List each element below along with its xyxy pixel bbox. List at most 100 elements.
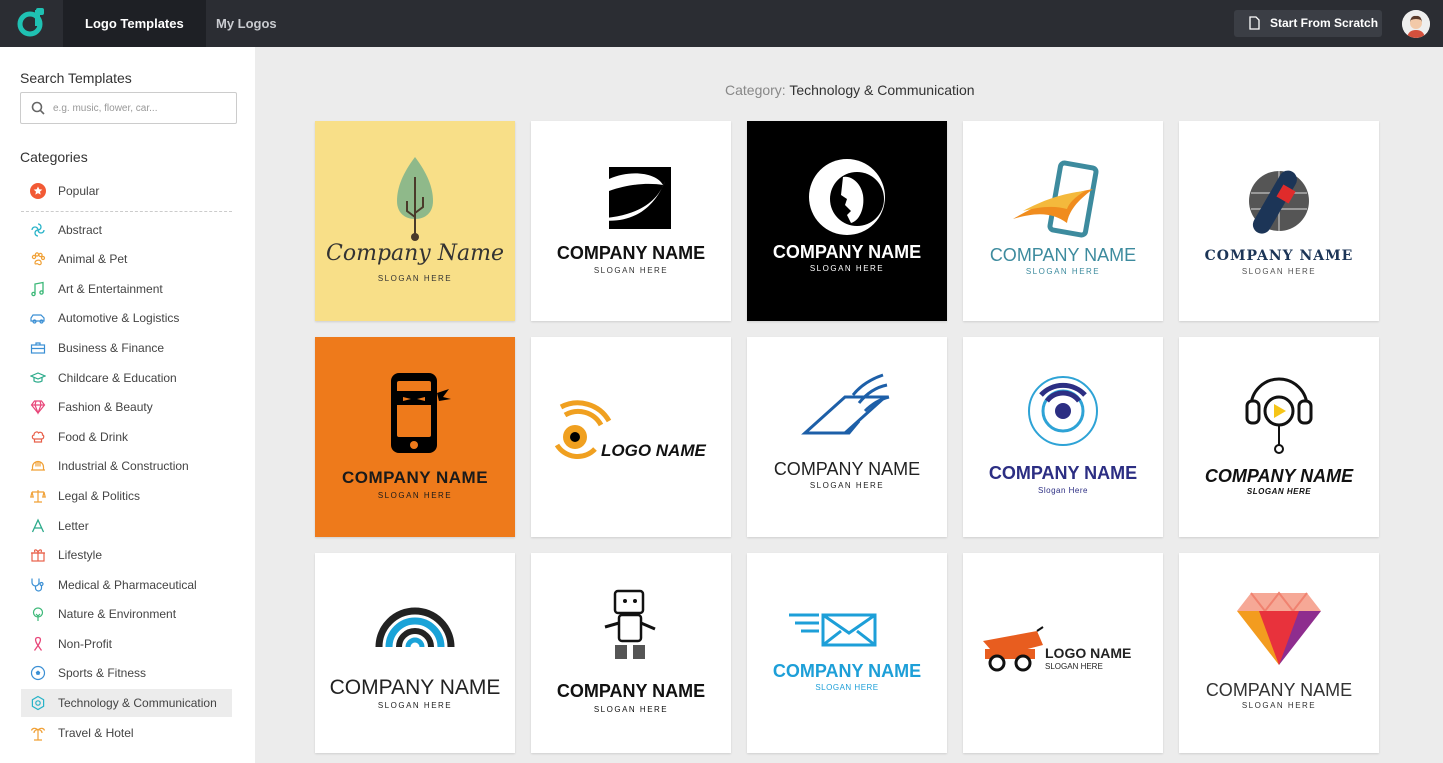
template-card-10[interactable]: COMPANY NAME SLOGAN HERE bbox=[1179, 337, 1379, 537]
template-company-name: COMPANY NAME bbox=[988, 463, 1138, 483]
template-card-13[interactable]: COMPANY NAME SLOGAN HERE bbox=[747, 553, 947, 753]
start-from-scratch-label: Start From Scratch bbox=[1270, 16, 1379, 30]
template-slogan: SLOGAN HERE bbox=[593, 705, 669, 714]
category-label: Popular bbox=[58, 184, 100, 198]
category-label: Animal & Pet bbox=[58, 252, 128, 266]
template-card-3[interactable]: COMPANY NAME SLOGAN HERE bbox=[747, 121, 947, 321]
template-company-name: COMPANY NAME bbox=[772, 661, 922, 681]
search-templates-heading: Search Templates bbox=[20, 70, 132, 86]
paw-icon bbox=[31, 252, 46, 266]
category-label: Technology & Communication bbox=[58, 696, 217, 710]
category-label: Travel & Hotel bbox=[58, 726, 134, 740]
template-card-6[interactable]: COMPANY NAME SLOGAN HERE bbox=[315, 337, 515, 537]
template-slogan: SLOGAN HERE bbox=[1246, 487, 1312, 496]
ninja-phone-icon bbox=[391, 373, 451, 453]
template-card-1[interactable]: Company Name SLOGAN HERE bbox=[315, 121, 515, 321]
category-title-label: Category: bbox=[725, 82, 786, 98]
palm-tree-icon bbox=[30, 727, 46, 741]
laptop-wing-icon bbox=[801, 373, 890, 435]
template-company-name: Company Name bbox=[326, 241, 504, 266]
letter-a-icon bbox=[31, 518, 45, 533]
category-label: Fashion & Beauty bbox=[58, 400, 153, 414]
category-travel-hotel[interactable]: Travel & Hotel bbox=[21, 719, 232, 747]
search-box[interactable] bbox=[20, 92, 237, 124]
template-card-2[interactable]: COMPANY NAME SLOGAN HERE bbox=[531, 121, 731, 321]
template-slogan: SLOGAN HERE bbox=[377, 701, 453, 710]
category-nature-environment[interactable]: Nature & Environment bbox=[21, 600, 232, 628]
template-company-name: COMPANY NAME bbox=[329, 676, 501, 699]
swoosh-square-icon bbox=[593, 167, 671, 229]
start-from-scratch-button[interactable]: Start From Scratch bbox=[1234, 10, 1382, 37]
category-fashion-beauty[interactable]: Fashion & Beauty bbox=[21, 393, 232, 421]
template-card-11[interactable]: COMPANY NAME SLOGAN HERE bbox=[315, 553, 515, 753]
template-card-15[interactable]: COMPANY NAME SLOGAN HERE bbox=[1179, 553, 1379, 753]
category-legal-politics[interactable]: Legal & Politics bbox=[21, 482, 232, 510]
category-automotive-logistics[interactable]: Automotive & Logistics bbox=[21, 304, 232, 332]
category-label: Automotive & Logistics bbox=[58, 311, 180, 325]
category-label: Art & Entertainment bbox=[58, 282, 163, 296]
category-label: Lifestyle bbox=[58, 548, 103, 562]
category-label: Letter bbox=[58, 519, 89, 533]
template-slogan: SLOGAN HERE bbox=[1045, 662, 1103, 671]
category-food-drink[interactable]: Food & Drink bbox=[21, 423, 232, 451]
helmet-icon bbox=[31, 460, 45, 471]
tab-my-logos[interactable]: My Logos bbox=[194, 0, 299, 47]
wifi-target-icon bbox=[1028, 376, 1098, 446]
template-company-name: COMPANY NAME bbox=[772, 242, 922, 262]
app-logo-icon[interactable] bbox=[16, 8, 46, 38]
template-slogan: SLOGAN HERE bbox=[1241, 701, 1317, 710]
template-card-14[interactable]: LOGO NAME SLOGAN HERE bbox=[963, 553, 1163, 753]
ribbon-icon bbox=[33, 636, 43, 651]
category-art-entertainment[interactable]: Art & Entertainment bbox=[21, 275, 232, 303]
avatar[interactable] bbox=[1402, 10, 1430, 38]
template-card-5[interactable]: COMPANY NAME SLOGAN HERE bbox=[1179, 121, 1379, 321]
template-slogan: SLOGAN HERE bbox=[809, 264, 885, 273]
tree-icon bbox=[32, 607, 44, 621]
template-company-name: LOGO NAME bbox=[1045, 645, 1132, 661]
category-label: Medical & Pharmaceutical bbox=[58, 578, 197, 592]
category-abstract[interactable]: Abstract bbox=[21, 216, 232, 244]
category-lifestyle[interactable]: Lifestyle bbox=[21, 541, 232, 569]
template-company-name: COMPANY NAME bbox=[556, 243, 706, 263]
soccer-ball-icon bbox=[30, 665, 46, 681]
template-slogan: SLOGAN HERE bbox=[809, 481, 885, 490]
category-popular[interactable]: Popular bbox=[21, 177, 232, 205]
template-company-name: COMPANY NAME bbox=[1204, 466, 1354, 486]
category-childcare-education[interactable]: Childcare & Education bbox=[21, 364, 232, 392]
abstract-icon bbox=[31, 223, 45, 237]
music-note-icon bbox=[31, 281, 44, 297]
template-slogan: SLOGAN HERE bbox=[377, 274, 453, 283]
template-card-7[interactable]: LOGO NAME bbox=[531, 337, 731, 537]
search-input[interactable] bbox=[53, 99, 228, 117]
sidebar: Search Templates Categories Popular Abst… bbox=[0, 47, 255, 763]
categories-heading: Categories bbox=[20, 149, 88, 165]
category-label: Nature & Environment bbox=[58, 607, 177, 621]
car-icon bbox=[30, 314, 45, 324]
category-letter[interactable]: Letter bbox=[21, 512, 232, 540]
category-business-finance[interactable]: Business & Finance bbox=[21, 334, 232, 362]
chef-hat-icon bbox=[31, 431, 45, 443]
chip-icon bbox=[31, 695, 45, 711]
template-card-12[interactable]: COMPANY NAME SLOGAN HERE bbox=[531, 553, 731, 753]
template-card-9[interactable]: COMPANY NAME Slogan Here bbox=[963, 337, 1163, 537]
category-animal-pet[interactable]: Animal & Pet bbox=[21, 245, 232, 273]
category-non-profit[interactable]: Non-Profit bbox=[21, 630, 232, 658]
category-divider bbox=[21, 211, 232, 212]
template-card-4[interactable]: COMPANY NAME SLOGAN HERE bbox=[963, 121, 1163, 321]
graduation-cap-icon bbox=[30, 372, 46, 383]
template-slogan: SLOGAN HERE bbox=[815, 683, 879, 692]
stethoscope-icon bbox=[31, 578, 44, 592]
template-card-8[interactable]: COMPANY NAME SLOGAN HERE bbox=[747, 337, 947, 537]
fast-phone-icon bbox=[1013, 160, 1099, 238]
category-label: Abstract bbox=[58, 223, 103, 237]
category-title: Category: Technology & Communication bbox=[725, 82, 975, 98]
category-medical-pharmaceutical[interactable]: Medical & Pharmaceutical bbox=[21, 571, 232, 599]
tab-logo-templates[interactable]: Logo Templates bbox=[63, 0, 206, 47]
category-label: Sports & Fitness bbox=[58, 666, 147, 680]
category-industrial-construction[interactable]: Industrial & Construction bbox=[21, 452, 232, 480]
template-slogan: Slogan Here bbox=[1038, 486, 1088, 495]
category-technology-communication[interactable]: Technology & Communication bbox=[21, 689, 232, 717]
gift-icon bbox=[31, 549, 45, 562]
category-sports-fitness[interactable]: Sports & Fitness bbox=[21, 659, 232, 687]
template-company-name: LOGO NAME bbox=[601, 441, 706, 460]
